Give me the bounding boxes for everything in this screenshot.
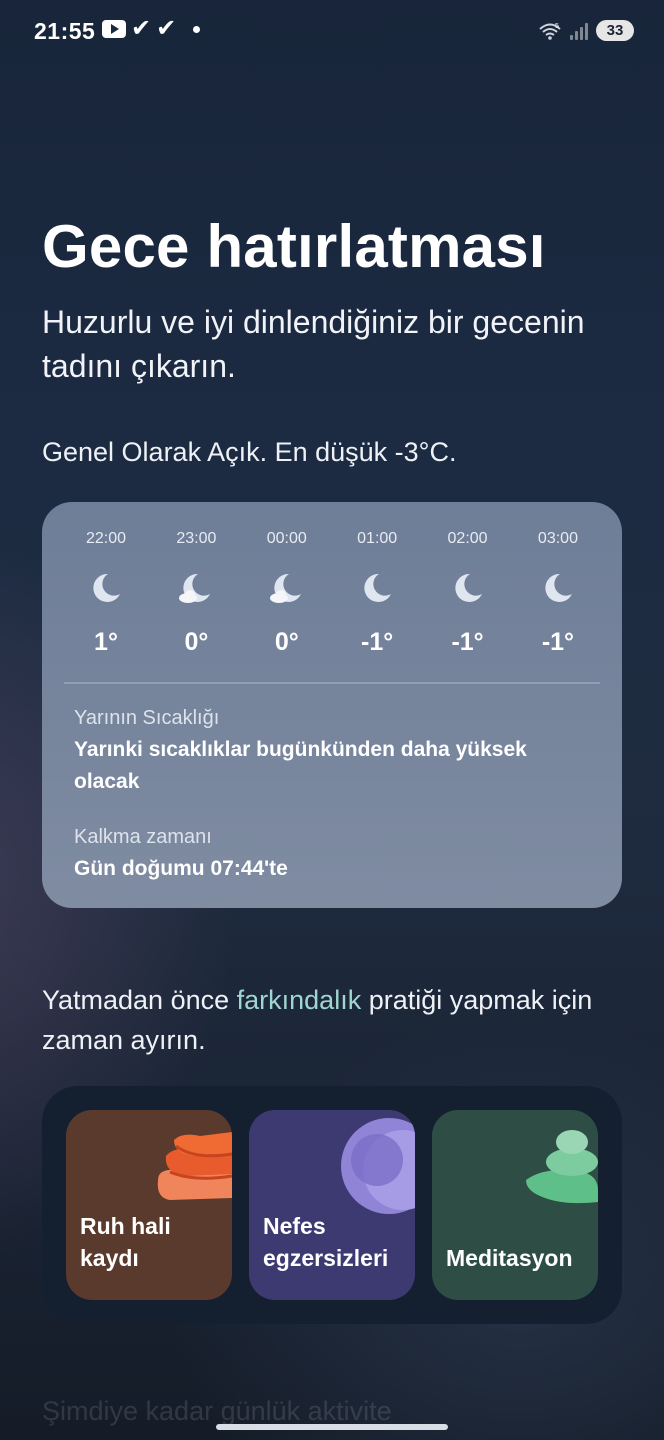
moon-icon bbox=[454, 573, 482, 602]
page-subtitle: Huzurlu ve iyi dinlendiğiniz bir gecenin… bbox=[42, 304, 585, 384]
mindfulness-text-before: Yatmadan önce bbox=[42, 985, 237, 1015]
partial-section-title: Şimdiye kadar günlük aktivite bbox=[42, 1396, 392, 1426]
moon-cloud-icon bbox=[179, 573, 211, 603]
hour-temp: -1° bbox=[451, 628, 484, 656]
check-icon: ✔ bbox=[131, 15, 152, 42]
moon-icon bbox=[545, 573, 572, 602]
moon-icon bbox=[364, 573, 392, 602]
mood-log-label: Ruh hali kaydı bbox=[80, 1213, 171, 1271]
hour-temp: 0° bbox=[274, 628, 299, 656]
hour-time: 02:00 bbox=[447, 530, 488, 547]
notification-dot-icon bbox=[193, 25, 201, 33]
hour-temp: -1° bbox=[361, 628, 394, 656]
youtube-icon bbox=[102, 20, 126, 38]
notification-icons: ✔ ✔ bbox=[102, 15, 201, 42]
hour-temp: 0° bbox=[184, 628, 209, 656]
wake-time-value: Gün doğumu 07:44'te bbox=[74, 857, 288, 880]
hour-item: 23:00 0° bbox=[152, 530, 240, 657]
breathing-tile[interactable]: Nefes egzersizleri bbox=[249, 1110, 415, 1300]
status-right: 5 33 bbox=[538, 20, 634, 41]
status-bar: 21:55 ✔ ✔ 5 33 bbox=[0, 0, 664, 64]
hour-temp: 1° bbox=[94, 628, 118, 656]
mood-log-tile[interactable]: Ruh hali kaydı bbox=[66, 1110, 232, 1300]
hour-item: 22:00 1° bbox=[62, 530, 150, 657]
hour-time: 23:00 bbox=[176, 530, 217, 547]
weather-card[interactable]: 22:00 1° 23:00 0° 00:00 0° 01:00 -1° 02:… bbox=[42, 502, 622, 908]
hour-item: 02:00 -1° bbox=[424, 530, 512, 657]
hour-time: 03:00 bbox=[537, 530, 578, 547]
mindfulness-link[interactable]: farkındalık bbox=[237, 985, 362, 1015]
hour-item: 00:00 0° bbox=[243, 530, 331, 657]
tomorrow-temp-label: Yarının Sıcaklığı bbox=[74, 707, 220, 729]
hour-item: 03:00 -1° bbox=[514, 530, 602, 657]
meditation-label: Meditasyon bbox=[446, 1245, 573, 1271]
page-title: Gece hatırlatması bbox=[42, 213, 546, 280]
moon-icon bbox=[93, 573, 120, 602]
activities-panel: Ruh hali kaydı Nefes egzersizleri Medita… bbox=[42, 1086, 622, 1324]
hour-time: 00:00 bbox=[266, 530, 307, 547]
battery-badge: 33 bbox=[596, 20, 634, 41]
hourly-forecast: 22:00 1° 23:00 0° 00:00 0° 01:00 -1° 02:… bbox=[52, 530, 612, 657]
hour-time: 22:00 bbox=[85, 530, 127, 547]
card-divider bbox=[64, 682, 600, 684]
wifi-icon: 5 bbox=[539, 23, 561, 40]
hour-time: 01:00 bbox=[357, 530, 398, 547]
home-indicator[interactable] bbox=[216, 1424, 448, 1430]
tomorrow-temp-value: Yarınki sıcaklıklar bugünkünden daha yük… bbox=[74, 738, 527, 793]
check-icon: ✔ bbox=[156, 15, 177, 42]
forecast-summary: Genel Olarak Açık. En düşük -3°C. bbox=[42, 437, 457, 467]
breathing-label: Nefes egzersizleri bbox=[263, 1213, 389, 1271]
hour-item: 01:00 -1° bbox=[333, 530, 421, 657]
signal-icon bbox=[570, 22, 588, 40]
wake-time-label: Kalkma zamanı bbox=[74, 826, 212, 848]
mindfulness-prompt: Yatmadan önce farkındalık pratiği yapmak… bbox=[42, 980, 622, 1060]
meditation-tile[interactable]: Meditasyon bbox=[432, 1110, 598, 1300]
svg-text:5: 5 bbox=[555, 23, 559, 30]
hour-temp: -1° bbox=[541, 628, 575, 656]
moon-cloud-icon bbox=[269, 573, 301, 603]
status-time: 21:55 bbox=[34, 18, 96, 44]
